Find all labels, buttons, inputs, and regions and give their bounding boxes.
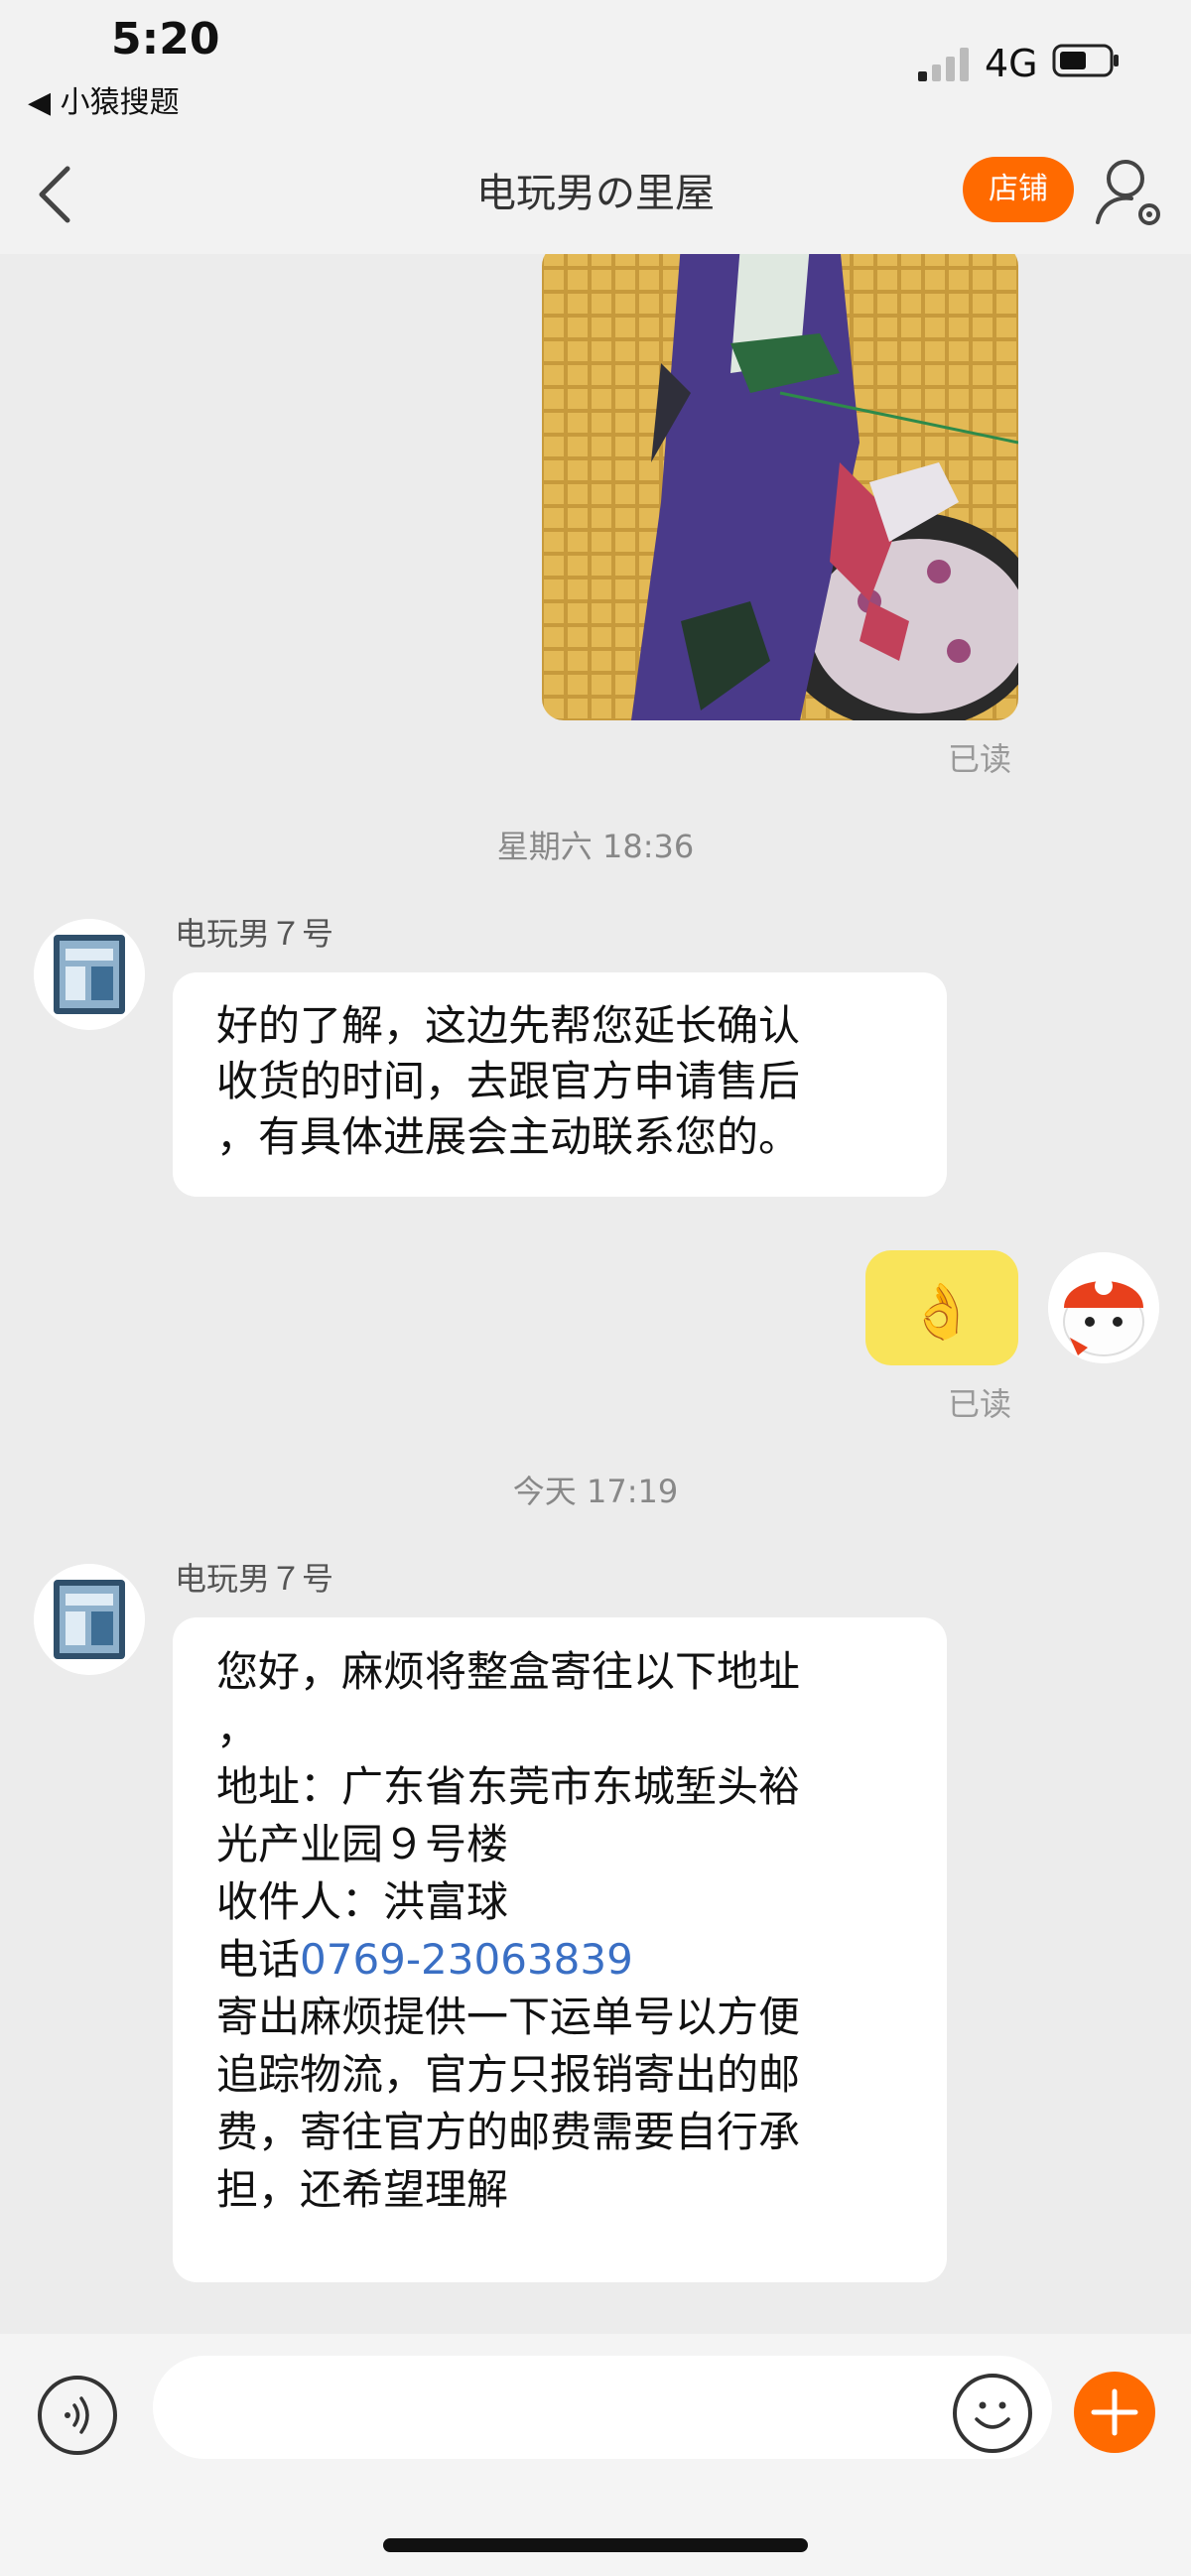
message-input[interactable]	[153, 2356, 1052, 2459]
message-line: 好的了解，这边先帮您延长确认	[216, 1001, 801, 1050]
signal-icon	[918, 48, 969, 81]
plus-icon	[1091, 2388, 1138, 2436]
network-type: 4G	[985, 42, 1038, 85]
message-bubble: 好的了解，这边先帮您延长确认 收货的时间，去跟官方申请售后 ，有具体进展会主动联…	[173, 972, 947, 1197]
seller-avatar[interactable]	[34, 919, 145, 1030]
sender-name: 电玩男７号	[175, 1560, 334, 1598]
status-time: 5:20	[111, 14, 220, 64]
message-line: 光产业园９号楼	[216, 1820, 509, 1868]
back-arrow-icon[interactable]	[28, 155, 97, 234]
phone-label: 电话	[216, 1935, 301, 1984]
figure-photo-message[interactable]	[542, 254, 1018, 720]
nav-bar: 电玩男の里屋 店铺	[0, 149, 1191, 254]
ok-hand-emoji-icon: 👌	[908, 1280, 975, 1343]
message-line: 费，寄往官方的邮费需要自行承	[216, 2108, 801, 2156]
message-line: 收货的时间，去跟官方申请售后	[216, 1057, 801, 1105]
emoji-glyph: 👌	[908, 1280, 975, 1343]
phone-number-link[interactable]: 0769-23063839	[300, 1935, 633, 1984]
shop-button[interactable]: 店铺	[963, 157, 1074, 222]
message-line: 您好，麻烦将整盒寄往以下地址	[216, 1647, 801, 1696]
more-button[interactable]	[1074, 2372, 1155, 2453]
message-line: 寄出麻烦提供一下运单号以方便	[216, 1993, 801, 2041]
message-bubble: 您好，麻烦将整盒寄往以下地址 ， 地址：广东省东莞市东城堑头裕 光产业园９号楼 …	[173, 1617, 947, 2282]
message-timestamp: 今天 17:19	[512, 1473, 679, 1510]
message-timestamp: 星期六 18:36	[496, 828, 695, 865]
voice-icon	[65, 2396, 89, 2434]
home-indicator[interactable]	[383, 2538, 808, 2552]
read-status: 已读	[948, 740, 1012, 778]
message-line: ，	[216, 1705, 259, 1753]
back-to-app-link[interactable]: ◀ 小猿搜题	[28, 77, 180, 121]
emoji-button[interactable]	[953, 2374, 1032, 2453]
page-title: 电玩男の里屋	[476, 171, 715, 216]
my-emoji-message[interactable]: 👌	[865, 1250, 1018, 1365]
my-avatar[interactable]	[1048, 1252, 1159, 1363]
status-bar: 5:20 ◀ 小猿搜题 4G	[0, 0, 1191, 149]
message-line: 地址：广东省东莞市东城堑头裕	[216, 1762, 801, 1811]
voice-button[interactable]	[38, 2376, 117, 2455]
message-line: ，有具体进展会主动联系您的。	[216, 1112, 801, 1161]
seller-avatar[interactable]	[34, 1564, 145, 1675]
message-line: 收件人：洪富球	[216, 1877, 509, 1926]
phone-line: 电话0769-23063839	[216, 1931, 903, 1989]
battery-icon	[1052, 44, 1119, 77]
read-status: 已读	[948, 1385, 1012, 1423]
chat-area[interactable]: 已读 星期六 18:36 电玩男７号 好的了解，这边先帮您延长确认 收货的时间，…	[0, 254, 1191, 2334]
emoji-face-icon	[975, 2401, 1010, 2429]
message-line: 追踪物流，官方只报销寄出的邮	[216, 2050, 801, 2099]
person-settings-icon[interactable]	[1092, 153, 1171, 232]
message-line: 担，还希望理解	[216, 2165, 509, 2214]
sender-name: 电玩男７号	[175, 915, 334, 953]
